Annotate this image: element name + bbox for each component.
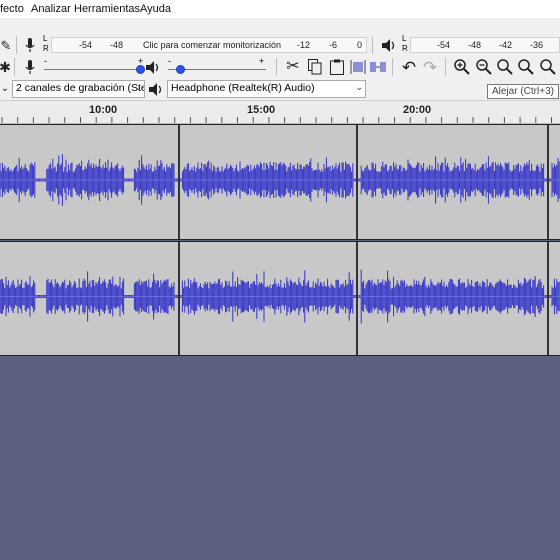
zoom-toggle-icon[interactable] [538, 57, 558, 77]
playback-meter-tick: -48 [468, 40, 482, 50]
speaker-icon[interactable] [380, 36, 398, 54]
clip-boundary[interactable] [356, 125, 358, 239]
paste-icon[interactable] [327, 57, 347, 77]
recording-channels-value: 2 canales de grabación (Ster [16, 82, 145, 94]
chevron-down-icon[interactable]: ⌄ [0, 80, 10, 98]
chevron-down-icon: ⌄ [134, 82, 142, 92]
clip-boundary[interactable] [356, 242, 358, 355]
microphone-icon[interactable] [22, 36, 38, 54]
menu-ayuda[interactable]: Ayuda [140, 3, 171, 15]
playback-volume-knob[interactable] [176, 65, 185, 74]
edit-toolbar: ✱ - + - + ✂ ↶ ↷ [0, 56, 560, 78]
menu-efecto[interactable]: fecto [0, 3, 24, 15]
recording-volume-knob[interactable] [136, 65, 145, 74]
recording-meter-r-label: R [43, 44, 49, 53]
playback-volume-plus: + [259, 56, 265, 66]
playback-meter-r-label: R [402, 44, 408, 53]
clip-boundary[interactable] [547, 125, 549, 239]
chevron-down-icon: ⌄ [355, 82, 363, 92]
clip-boundary[interactable] [178, 125, 180, 239]
undo-icon[interactable]: ↶ [399, 57, 419, 77]
microphone-icon [22, 58, 38, 76]
menu-bar: fecto Analizar Herramientas Ayuda [0, 0, 560, 18]
toolbar-area: ✎ L R -54 -48 Clic para comenzar monitor… [0, 32, 560, 101]
timeline-ruler[interactable]: 10:00 15:00 20:00 [0, 101, 560, 124]
clip-boundary[interactable] [178, 242, 180, 355]
pencil-icon[interactable]: ✎ [0, 36, 12, 54]
scissors-icon[interactable]: ✂ [283, 57, 303, 77]
copy-icon[interactable] [305, 57, 325, 77]
playback-device-value: Headphone (Realtek(R) Audio) [171, 82, 315, 94]
recording-meter[interactable]: -54 -48 Clic para comenzar monitorizació… [51, 37, 367, 53]
timeline-label: 15:00 [247, 104, 276, 116]
device-toolbar: ⌄ 2 canales de grabación (Ster ⌄ Headpho… [0, 78, 560, 100]
recording-volume-slider[interactable] [44, 69, 144, 70]
menu-herramientas[interactable]: Herramientas [74, 3, 140, 15]
fit-project-icon[interactable] [516, 57, 536, 77]
multi-tool-icon[interactable]: ✱ [0, 58, 11, 76]
timeline-label: 20:00 [403, 104, 432, 116]
playback-volume-minus: - [168, 56, 171, 66]
recording-meter-tick: -12 [297, 40, 311, 50]
track-channel-left[interactable] [0, 124, 560, 240]
meter-toolbar: ✎ L R -54 -48 Clic para comenzar monitor… [0, 34, 560, 56]
recording-meter-tick: -48 [110, 40, 124, 50]
timeline-label: 10:00 [89, 104, 118, 116]
timeline-ticks [1, 117, 552, 123]
empty-track-area[interactable] [0, 356, 560, 560]
toolbar-separator [276, 58, 277, 76]
silence-icon[interactable] [369, 57, 387, 77]
toolbar-separator [372, 36, 373, 54]
toolbar-separator [16, 36, 17, 54]
speaker-icon [145, 58, 161, 76]
playback-meter-tick: -42 [499, 40, 513, 50]
clip-boundary[interactable] [547, 242, 549, 355]
toolbar-separator [445, 58, 446, 76]
recording-volume-minus: - [44, 56, 47, 66]
toolbar-separator [14, 58, 15, 76]
redo-icon[interactable]: ↷ [420, 57, 440, 77]
playback-meter-l-label: L [402, 34, 407, 43]
recording-meter-tick: -54 [79, 40, 93, 50]
trim-icon[interactable] [349, 57, 367, 77]
toolbar-separator [392, 58, 393, 76]
playback-device-select[interactable]: Headphone (Realtek(R) Audio) ⌄ [167, 80, 366, 98]
recording-meter-tick: 0 [357, 40, 363, 50]
track-channel-right[interactable] [0, 241, 560, 356]
playback-meter[interactable]: -54 -48 -42 -36 [410, 37, 560, 53]
monitor-prompt[interactable]: Clic para comenzar monitorización [143, 40, 281, 50]
playback-meter-tick: -36 [530, 40, 544, 50]
speaker-icon [148, 80, 164, 98]
toolbar-top-strip [0, 18, 560, 32]
zoom-in-icon[interactable] [452, 57, 472, 77]
zoom-out-tooltip: Alejar (Ctrl+3) [487, 84, 559, 99]
recording-channels-select[interactable]: 2 canales de grabación (Ster ⌄ [12, 80, 145, 98]
recording-meter-l-label: L [43, 34, 48, 43]
menu-analizar[interactable]: Analizar [31, 3, 71, 15]
zoom-out-icon[interactable] [474, 57, 494, 77]
waveform-right [0, 269, 560, 324]
playback-meter-tick: -54 [437, 40, 451, 50]
fit-selection-icon[interactable] [495, 57, 515, 77]
recording-meter-tick: -6 [329, 40, 338, 50]
waveform-left [0, 154, 560, 206]
